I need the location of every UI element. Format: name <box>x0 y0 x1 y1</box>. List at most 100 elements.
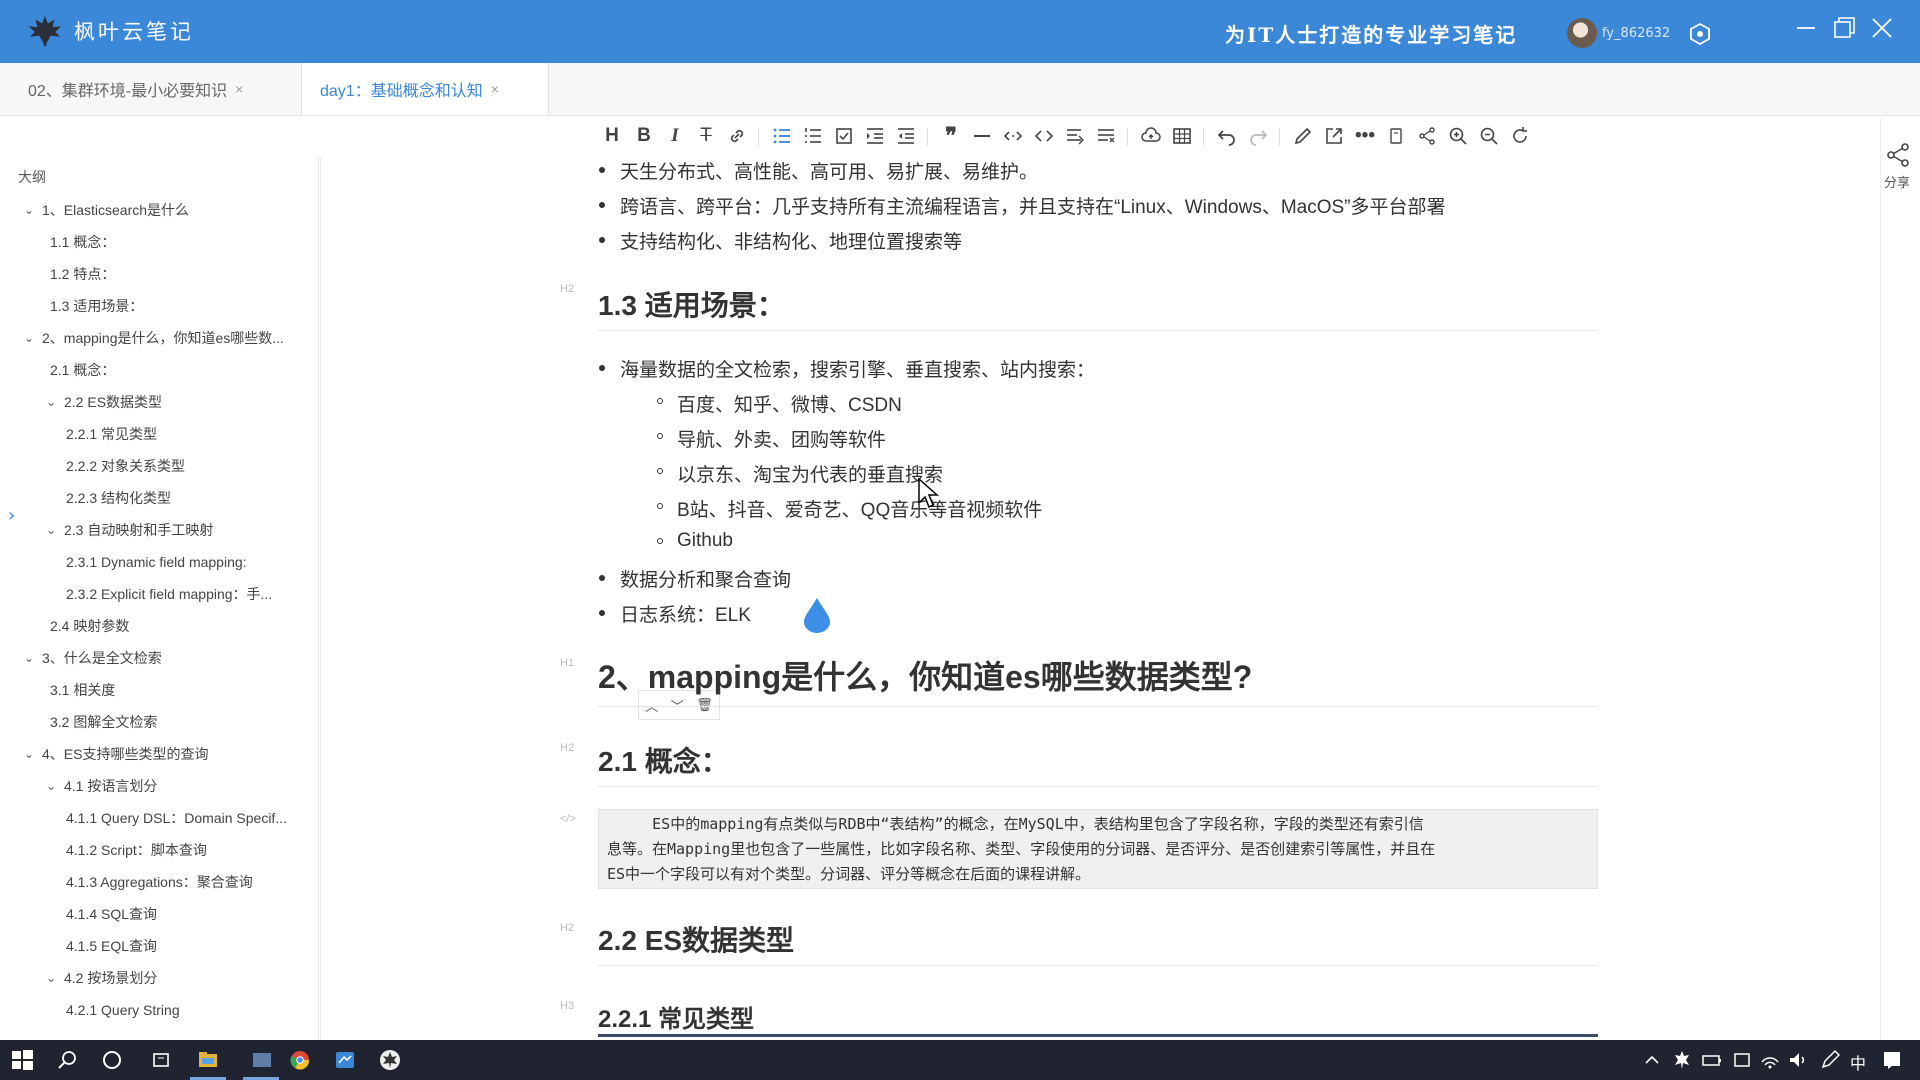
outline-item[interactable]: 4.1.5 EQL查询 <box>6 930 318 962</box>
zoom-out-icon[interactable] <box>1475 122 1503 150</box>
share-icon[interactable] <box>1885 142 1911 168</box>
list-item[interactable]: 海量数据的全文检索，搜索引擎、垂直搜索、站内搜索： <box>598 355 1095 382</box>
chevron-up-icon[interactable] <box>1640 1048 1664 1072</box>
tab-day1[interactable]: day1：基础概念和认知 × <box>302 63 549 115</box>
username[interactable]: fy_862632 <box>1602 26 1670 41</box>
battery-icon[interactable] <box>1700 1048 1724 1072</box>
heading-1-3[interactable]: 1.3 适用场景： <box>598 284 1598 331</box>
pen-icon[interactable] <box>1818 1048 1842 1072</box>
sub-list-item[interactable]: Github <box>657 530 733 552</box>
indent-icon[interactable] <box>861 122 889 150</box>
heading-2-2-1[interactable]: 2.2.1 常见类型 <box>598 999 1598 1035</box>
outline-item[interactable]: 1.3 适用场景： <box>6 290 318 322</box>
list-item[interactable]: 跨语言、跨平台：几乎支持所有主流编程语言，并且支持在“Linux、Windows… <box>599 192 1446 219</box>
tab-close-icon[interactable]: × <box>235 81 243 97</box>
chrome-icon[interactable] <box>288 1048 312 1072</box>
quote-icon[interactable]: ❞ <box>937 122 965 150</box>
tab-close-icon[interactable]: × <box>491 81 499 97</box>
outline-item[interactable]: 2.2.3 结构化类型 <box>6 482 318 514</box>
outline-item[interactable]: ⌄ 4、ES支持哪些类型的查询 <box>6 738 318 770</box>
outline-item[interactable]: 4.2.1 Query String <box>6 994 318 1026</box>
open-external-icon[interactable] <box>1320 122 1348 150</box>
wifi-icon[interactable] <box>1758 1048 1782 1072</box>
ordered-list-icon[interactable] <box>799 122 827 150</box>
outline-item[interactable]: 2.1 概念： <box>6 354 318 386</box>
list-item[interactable]: 天生分布式、高性能、高可用、易扩展、易维护。 <box>598 157 1038 184</box>
tray-box-icon[interactable] <box>1730 1048 1754 1072</box>
outline-item[interactable]: 2.2.2 对象关系类型 <box>6 450 318 482</box>
search-icon[interactable] <box>56 1048 80 1072</box>
share-label[interactable]: 分享 <box>1884 172 1910 191</box>
volume-icon[interactable] <box>1786 1048 1810 1072</box>
heading-2-1[interactable]: 2.1 概念： <box>598 740 1598 787</box>
heading-icon[interactable]: H <box>598 122 626 150</box>
outline-item[interactable]: 4.1.1 Query DSL：Domain Specif... <box>6 802 318 834</box>
outline-item[interactable]: 3.1 相关度 <box>6 674 318 706</box>
minimize-icon[interactable] <box>1792 14 1820 42</box>
outline-item[interactable]: ⌄ 4.2 按场景划分 <box>6 962 318 994</box>
outline-item[interactable]: 4.1.4 SQL查询 <box>6 898 318 930</box>
chevron-down-icon[interactable]: ⌄ <box>44 971 58 985</box>
list-item[interactable]: 数据分析和聚合查询 <box>598 565 791 592</box>
checkbox-icon[interactable] <box>830 122 858 150</box>
outline-item[interactable]: ⌄ 2.2 ES数据类型 <box>6 386 318 418</box>
outline-item[interactable]: 2.4 映射参数 <box>6 610 318 642</box>
inline-code-icon[interactable] <box>999 122 1027 150</box>
settings-hex-icon[interactable] <box>1688 22 1712 46</box>
code-block-icon[interactable] <box>1030 122 1058 150</box>
tray-app-icon[interactable] <box>1670 1048 1694 1072</box>
bullet-list-icon[interactable] <box>768 122 796 150</box>
outdent-icon[interactable] <box>892 122 920 150</box>
italic-icon[interactable]: I <box>661 122 689 150</box>
sub-list-item[interactable]: B站、抖音、爱奇艺、QQ音乐等音视频软件 <box>656 495 1042 522</box>
align-right-icon[interactable] <box>1092 122 1120 150</box>
outline-item[interactable]: ⌄ 3、什么是全文检索 <box>6 642 318 674</box>
sub-list-item[interactable]: 以京东、淘宝为代表的垂直搜索 <box>656 460 943 487</box>
windows-start-icon[interactable] <box>10 1048 34 1072</box>
outline-item[interactable]: ⌄ 2.3 自动映射和手工映射 <box>6 514 318 546</box>
outline-item[interactable]: 2.3.2 Explicit field mapping：手... <box>6 578 318 610</box>
sub-list-item[interactable]: 导航、外卖、团购等软件 <box>656 425 886 452</box>
code-block[interactable]: ES中的mapping有点类似与RDB中“表结构”的概念，在MySQL中，表结构… <box>598 809 1598 889</box>
horizontal-rule-icon[interactable] <box>968 122 996 150</box>
file-explorer-icon[interactable] <box>196 1048 220 1072</box>
chevron-down-icon[interactable]: ⌄ <box>44 395 58 409</box>
tab-cluster-env[interactable]: 02、集群环境-最小必要知识 × <box>10 63 302 115</box>
chevron-down-icon[interactable]: ⌄ <box>44 779 58 793</box>
notification-icon[interactable] <box>1880 1048 1904 1072</box>
cortana-icon[interactable] <box>100 1048 124 1072</box>
edit-pencil-icon[interactable] <box>1289 122 1317 150</box>
heading-2[interactable]: 2、mapping是什么，你知道es哪些数据类型? <box>598 652 1598 707</box>
chevron-down-icon[interactable]: ⌄ <box>22 651 36 665</box>
redo-icon[interactable] <box>1244 122 1272 150</box>
outline-item[interactable]: 1.2 特点： <box>6 258 318 290</box>
outline-item[interactable]: 1.1 概念： <box>6 226 318 258</box>
undo-icon[interactable] <box>1213 122 1241 150</box>
more-icon[interactable]: ••• <box>1351 122 1379 150</box>
outline-item[interactable]: ⌄ 4.1 按语言划分 <box>6 770 318 802</box>
zoom-in-icon[interactable] <box>1444 122 1472 150</box>
close-window-icon[interactable] <box>1868 14 1896 42</box>
outline-item[interactable]: 4.1.3 Aggregations：聚合查询 <box>6 866 318 898</box>
chevron-down-icon[interactable]: ⌄ <box>22 747 36 761</box>
outline-item[interactable]: 4.1.2 Script：脚本查询 <box>6 834 318 866</box>
note-app-icon[interactable] <box>333 1048 357 1072</box>
editor-content[interactable]: 天生分布式、高性能、高可用、易扩展、易维护。 跨语言、跨平台：几乎支持所有主流编… <box>320 157 1878 1040</box>
list-item[interactable]: 日志系统：ELK <box>599 600 751 627</box>
list-item[interactable]: 支持结构化、非结构化、地理位置搜索等 <box>598 227 962 254</box>
outline-item[interactable]: ⌄ 2、mapping是什么，你知道es哪些数... <box>6 322 318 354</box>
bold-icon[interactable]: B <box>630 122 658 150</box>
sidebar-toggle-icon[interactable]: › <box>8 505 15 526</box>
maple-app-icon[interactable] <box>378 1048 402 1072</box>
outline-item[interactable]: 2.3.1 Dynamic field mapping: <box>6 546 318 578</box>
chevron-down-icon[interactable]: ⌄ <box>22 203 36 217</box>
app-window-icon[interactable] <box>250 1048 274 1072</box>
chevron-down-icon[interactable]: ⌄ <box>44 523 58 537</box>
refresh-icon[interactable] <box>1506 122 1534 150</box>
ime-indicator[interactable]: 中 <box>1850 1050 1866 1074</box>
outline-item[interactable]: ⌄ 1、Elasticsearch是什么 <box>6 194 318 226</box>
task-view-icon[interactable] <box>150 1048 174 1072</box>
avatar[interactable] <box>1567 18 1597 48</box>
outline-item[interactable]: 3.2 图解全文检索 <box>6 706 318 738</box>
heading-2-2[interactable]: 2.2 ES数据类型 <box>598 919 1598 966</box>
